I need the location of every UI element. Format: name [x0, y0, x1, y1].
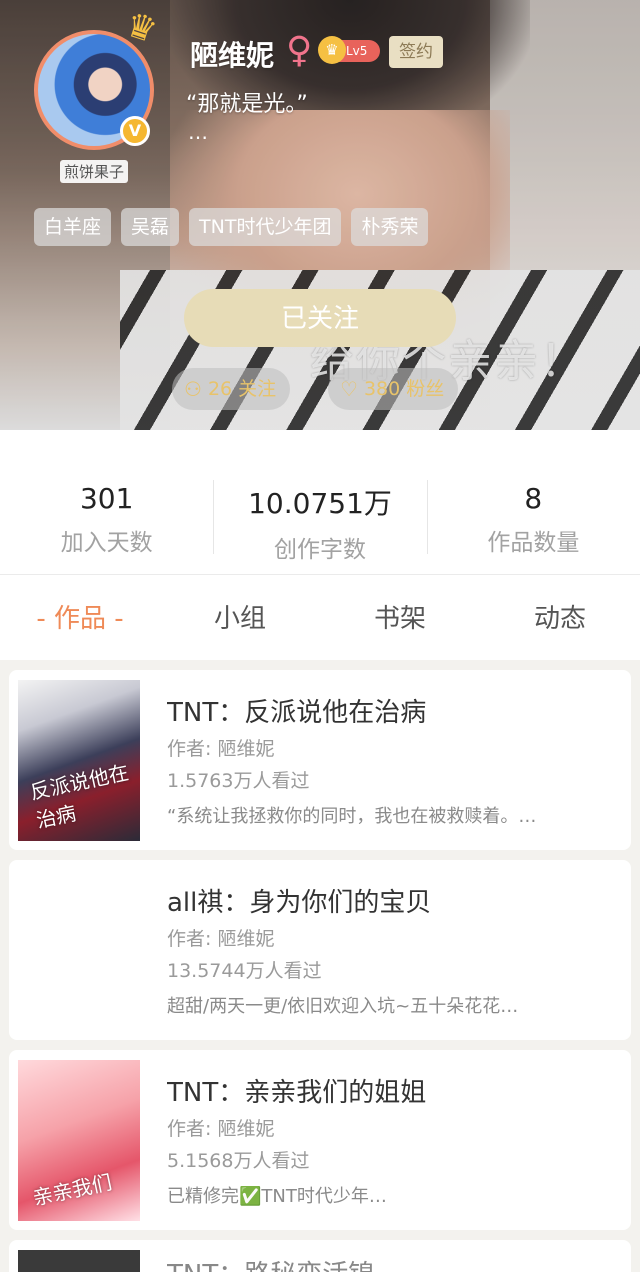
stat-words: 10.0751万 创作字数	[213, 430, 426, 574]
work-cover-image	[18, 1250, 140, 1272]
fans-count-button[interactable]: ♡ 380 粉丝	[328, 368, 459, 410]
profile-quote: “那就是光。”	[186, 92, 308, 117]
following-count-label: 26 关注	[207, 378, 277, 400]
stat-value: 8	[524, 482, 543, 515]
profile-tag[interactable]: 白羊座	[34, 208, 112, 246]
works-list: 反派说他在治病 TNT：反派说他在治病 作者: 陋维妮 1.5763万人看过 “…	[9, 670, 631, 1272]
work-cover-image: 亲亲我们	[18, 1060, 140, 1221]
stat-value: 10.0751万	[248, 487, 392, 520]
cover-text: 反派说他在治病	[27, 759, 131, 833]
stat-label: 作品数量	[487, 530, 580, 556]
work-cover-image	[18, 870, 140, 1031]
work-card[interactable]: TNT：路秘变活锦	[9, 1240, 631, 1272]
work-author: 作者: 陋维妮	[167, 1118, 275, 1140]
work-title: TNT：路秘变活锦	[167, 1254, 607, 1272]
work-author: 作者: 陋维妮	[167, 738, 275, 760]
work-title: TNT：反派说他在治病	[167, 698, 427, 728]
stat-label: 加入天数	[60, 530, 153, 556]
stat-works: 8 作品数量	[426, 430, 640, 574]
work-author: 作者: 陋维妮	[167, 928, 275, 950]
level-crown-icon: ♛	[318, 36, 346, 64]
profile-tags: 白羊座 吴磊 TNT时代少年团 朴秀荣	[34, 208, 429, 246]
stat-label: 创作字数	[273, 537, 366, 563]
tab-groups[interactable]: 小组	[160, 575, 320, 660]
work-cover-image: 反派说他在治病	[18, 680, 140, 841]
work-views: 13.5744万人看过	[167, 960, 322, 982]
tab-activity[interactable]: 动态	[480, 575, 640, 660]
avatar-container[interactable]: ♛ V	[34, 4, 162, 150]
stat-days: 301 加入天数	[0, 430, 213, 574]
username: 陋维妮	[190, 39, 275, 72]
work-views: 1.5763万人看过	[167, 770, 310, 792]
female-gender-icon: ♀	[286, 30, 313, 71]
following-count-button[interactable]: ⚇ 26 关注	[172, 368, 291, 410]
stats-bar: 301 加入天数 10.0751万 创作字数 8 作品数量	[0, 430, 640, 574]
verified-v-icon: V	[120, 116, 150, 146]
work-description: 超甜/两天一更/依旧欢迎入坑~五十朵花花…	[167, 996, 519, 1017]
follow-button[interactable]: 已关注	[184, 289, 456, 347]
cover-text: 亲亲我们	[30, 1169, 114, 1211]
tab-works[interactable]: - 作品 -	[0, 575, 160, 660]
avatar-tag: 煎饼果子	[60, 160, 129, 183]
profile-quote-ellipsis[interactable]: …	[188, 120, 208, 144]
work-views: 5.1568万人看过	[167, 1150, 310, 1172]
work-card[interactable]: all祺：身为你们的宝贝 作者: 陋维妮 13.5744万人看过 超甜/两天一更…	[9, 860, 631, 1040]
profile-tag[interactable]: TNT时代少年团	[189, 208, 342, 246]
stat-value: 301	[79, 482, 134, 515]
user-add-icon: ⚇	[184, 377, 202, 401]
work-description: 已精修完✅TNT时代少年…	[167, 1186, 387, 1207]
fans-count-label: 380 粉丝	[363, 378, 445, 400]
signed-badge: 签约	[389, 36, 443, 68]
work-title: TNT：亲亲我们的姐姐	[167, 1078, 427, 1108]
profile-tag[interactable]: 朴秀荣	[351, 208, 429, 246]
work-card[interactable]: 亲亲我们 TNT：亲亲我们的姐姐 作者: 陋维妮 5.1568万人看过 已精修完…	[9, 1050, 631, 1230]
work-description: “系统让我拯救你的同时，我也在被救赎着。…	[167, 806, 537, 827]
tab-bookshelf[interactable]: 书架	[320, 575, 480, 660]
profile-tabs: - 作品 - 小组 书架 动态	[0, 574, 640, 660]
work-card[interactable]: 反派说他在治病 TNT：反派说他在治病 作者: 陋维妮 1.5763万人看过 “…	[9, 670, 631, 850]
profile-tag[interactable]: 吴磊	[121, 208, 180, 246]
profile-banner: 给你个亲亲！ ♛ V 煎饼果子 陋维妮 ♀ Lv5 ♛ 签约 “那就是光。” ……	[0, 0, 640, 430]
heart-icon: ♡	[340, 377, 358, 401]
work-title: all祺：身为你们的宝贝	[167, 888, 432, 918]
